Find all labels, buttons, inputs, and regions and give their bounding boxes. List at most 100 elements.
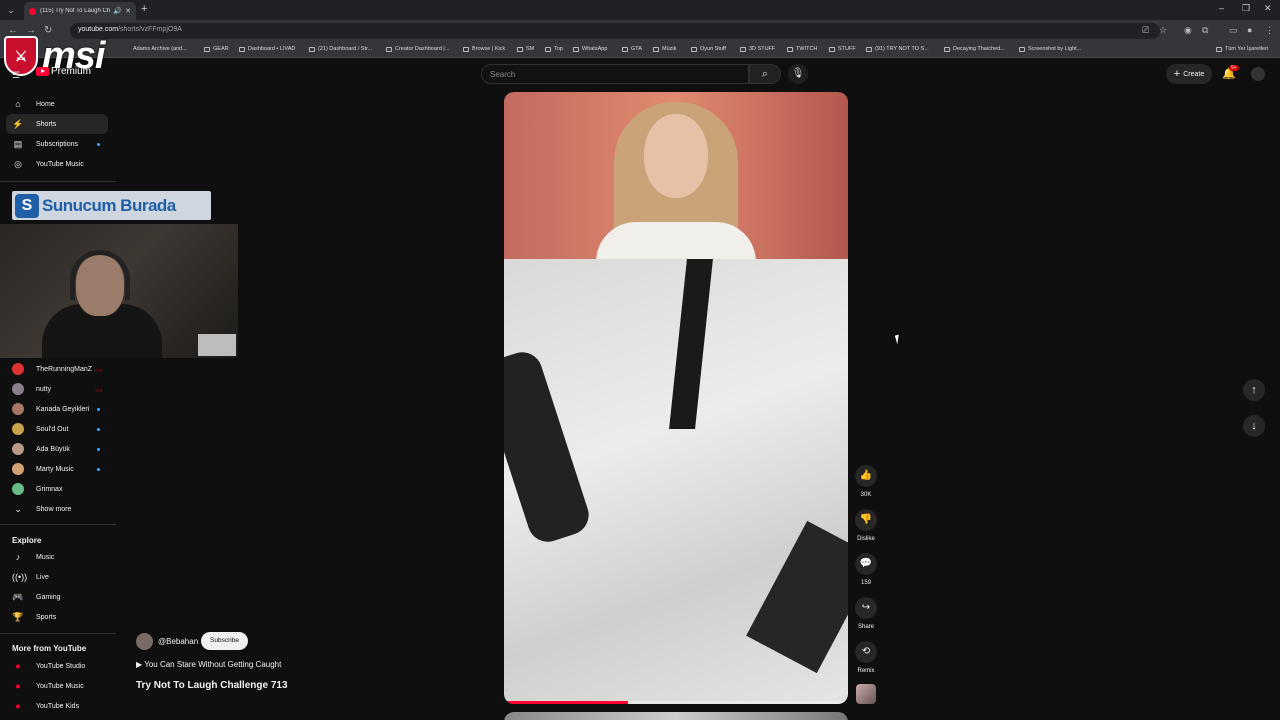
like-button[interactable]: 👍 30K xyxy=(852,465,880,498)
youtube-kids-icon: ● xyxy=(15,701,21,711)
sidebar-show-more[interactable]: ⌄ Show more xyxy=(6,499,108,519)
live-icon: ((•)) xyxy=(12,572,28,582)
bookmark-item[interactable]: WhatsApp xyxy=(573,46,607,52)
address-bar-row: ← → ↻ youtube.com/shorts/vzFFmpjO9A ⎚ ☆ … xyxy=(0,20,1280,42)
channel-avatar[interactable] xyxy=(136,633,153,650)
dislike-button[interactable]: 👎 Dislike xyxy=(852,509,880,542)
bookmark-item[interactable]: Creator Dashboard |... xyxy=(386,46,449,52)
sidebar-channel[interactable]: Kanada Geyikleri xyxy=(6,399,108,419)
bookmark-item[interactable]: (21) Dashboard / Str... xyxy=(309,46,372,52)
shorts-video-player[interactable] xyxy=(504,92,848,704)
dislike-label: Dislike xyxy=(857,536,875,542)
share-label: Share xyxy=(857,624,874,630)
bookmark-star-icon[interactable]: ☆ xyxy=(1159,25,1167,36)
comments-button[interactable]: 💬 159 xyxy=(852,553,880,586)
subscribe-button[interactable]: Subscribe xyxy=(201,632,248,650)
bookmark-item[interactable]: Adams Archive (and... xyxy=(133,46,187,52)
extension-icon[interactable]: ◉ xyxy=(1184,25,1192,36)
video-progress-bar[interactable] xyxy=(504,701,848,704)
bookmark-item[interactable]: Screenshot by Light... xyxy=(1019,46,1081,52)
close-tab-icon[interactable]: ✕ xyxy=(125,7,131,15)
sidebar-item-youtube-kids[interactable]: ● YouTube Kids xyxy=(6,696,108,716)
sidebar-channel[interactable]: Grimnax xyxy=(6,479,108,499)
share-icon: ↪ xyxy=(855,597,877,619)
sidebar-item-youtube-studio[interactable]: ● YouTube Studio xyxy=(6,656,108,676)
youtube-logo[interactable]: Premium xyxy=(36,66,91,77)
bookmark-item[interactable]: Decaying Thatched... xyxy=(944,46,1005,52)
bookmark-item[interactable]: Dashboard • LIVAD xyxy=(239,46,295,52)
banner-text: Sunucum Burada xyxy=(42,195,176,215)
menu-icon[interactable]: ☰ xyxy=(12,70,20,81)
channel-avatar xyxy=(12,443,24,455)
minimize-icon[interactable]: – xyxy=(1219,3,1224,13)
channel-avatar xyxy=(12,383,24,395)
gaming-icon: 🎮 xyxy=(12,591,24,602)
sidebar-item-gaming[interactable]: 🎮 Gaming xyxy=(6,587,108,607)
bookmark-item[interactable]: Müzik xyxy=(653,46,676,52)
maximize-icon[interactable]: ❐ xyxy=(1242,3,1250,14)
create-button[interactable]: + Create xyxy=(1166,64,1212,84)
bookmark-item[interactable]: 3D STUFF xyxy=(740,46,775,52)
close-window-icon[interactable]: ✕ xyxy=(1264,3,1272,14)
sidebar-channel[interactable]: Ada Büyük xyxy=(6,439,108,459)
search-icon[interactable]: ⌕ xyxy=(749,64,781,84)
playlist-link[interactable]: ▶ You Can Stare Without Getting Caught xyxy=(136,660,281,669)
account-avatar[interactable] xyxy=(1251,67,1265,81)
sidebar-channel[interactable]: Soul'd Out xyxy=(6,419,108,439)
comment-count: 159 xyxy=(860,580,871,586)
sidebar-divider xyxy=(0,633,116,634)
sidebar-item-sports[interactable]: 🏆 Sports xyxy=(6,607,108,627)
chevron-down-icon: ⌄ xyxy=(14,503,22,514)
sidebar-item-live[interactable]: ((•)) Live xyxy=(6,567,108,587)
sidebar-channel[interactable]: Marty Music xyxy=(6,459,108,479)
bookmark-item[interactable]: Top xyxy=(545,46,563,52)
channel-avatar xyxy=(12,423,24,435)
music-icon: ◎ xyxy=(14,158,22,169)
sidebar-divider xyxy=(0,181,116,182)
bookmark-item[interactable]: Oyun Stuff xyxy=(691,46,726,52)
notification-badge: 9+ xyxy=(1229,65,1239,71)
logo-premium-text: Premium xyxy=(51,66,92,77)
sidebar-item-shorts[interactable]: ⚡ Shorts xyxy=(6,114,108,134)
previous-short-arrow-up-icon[interactable]: ↑ xyxy=(1243,379,1265,401)
bookmark-item[interactable]: (91) TRY NOT TO S... xyxy=(866,46,929,52)
search-input[interactable]: Search xyxy=(481,64,749,84)
bookmark-item[interactable]: GEAR xyxy=(204,46,229,52)
thumbs-up-icon: 👍 xyxy=(855,465,877,487)
browser-tab[interactable]: (115) Try Not To Laugh Ch 🔊 ✕ xyxy=(24,2,136,20)
search-placeholder: Search xyxy=(490,70,516,79)
live-icon: ((•)) xyxy=(95,386,102,392)
url-text: youtube.com/shorts/vzFFmpjO9A xyxy=(78,26,182,33)
bookmark-item[interactable]: Browse | Kick xyxy=(463,46,505,52)
chrome-menu-icon[interactable]: ⋮ xyxy=(1265,25,1274,36)
sidebar-channel[interactable]: TheRunningManZ ((•)) xyxy=(6,359,108,379)
sidebar-item-subscriptions[interactable]: ▤ Subscriptions xyxy=(6,134,108,154)
sound-thumbnail[interactable] xyxy=(856,684,876,704)
next-short-arrow-down-icon[interactable]: ↓ xyxy=(1243,415,1265,437)
channel-name[interactable]: @Bebahan xyxy=(158,637,198,646)
bookmark-all[interactable]: Tüm Yer İşaretleri xyxy=(1216,46,1268,52)
sidebar-item-home[interactable]: ⌂ Home xyxy=(6,94,108,114)
omnibox[interactable]: youtube.com/shorts/vzFFmpjO9A xyxy=(70,23,1160,39)
new-tab-icon[interactable]: + xyxy=(141,3,147,15)
sidebar-item-youtube-music-app[interactable]: ● YouTube Music xyxy=(6,676,108,696)
bookmark-item[interactable]: STUFF xyxy=(829,46,856,52)
share-button[interactable]: ↪ Share xyxy=(852,597,880,630)
sidepanel-icon[interactable]: ▭ xyxy=(1229,25,1238,36)
extensions-puzzle-icon[interactable]: ⧉ xyxy=(1202,25,1208,36)
sidebar-item-music[interactable]: ♪ Music xyxy=(6,547,108,567)
bookmark-item[interactable]: SM xyxy=(517,46,534,52)
plus-icon: + xyxy=(1173,68,1181,80)
tab-search-icon[interactable]: ⌄ xyxy=(4,3,18,17)
sidebar-channel[interactable]: nutty ((•)) xyxy=(6,379,108,399)
more-from-youtube-heading: More from YouTube xyxy=(12,644,87,653)
profile-icon[interactable]: ● xyxy=(1247,25,1252,35)
install-icon[interactable]: ⎚ xyxy=(1142,25,1149,36)
remix-button[interactable]: ⟲ Remix xyxy=(852,641,880,674)
sunucum-burada-banner: S Sunucum Burada xyxy=(12,191,211,220)
sidebar-item-youtube-music[interactable]: ◎ YouTube Music xyxy=(6,154,108,174)
speaker-icon[interactable]: 🔊 xyxy=(113,7,122,15)
bookmark-item[interactable]: GTA xyxy=(622,46,642,52)
bookmark-item[interactable]: TWITCH xyxy=(787,46,817,52)
microphone-icon[interactable]: 🎙 xyxy=(788,64,808,84)
